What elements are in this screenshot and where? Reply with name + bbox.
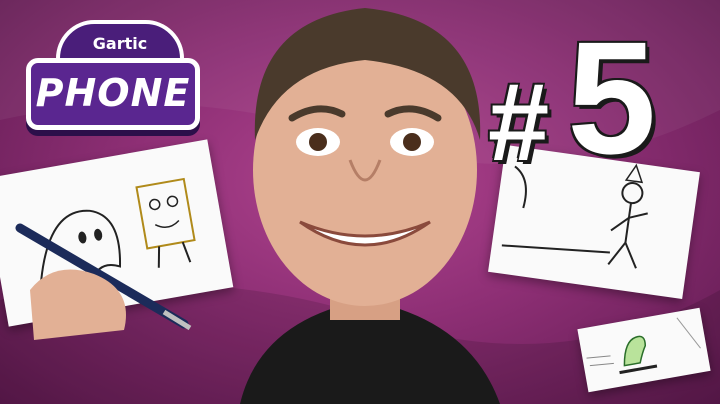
presenter-photo — [240, 8, 500, 404]
pen-in-hand — [15, 223, 192, 340]
episode-hash: # — [488, 61, 550, 184]
episode-number: # 5 — [488, 18, 656, 178]
logo-top-text: Gartic — [92, 34, 148, 53]
logo-main-badge: PHONE — [26, 58, 200, 130]
thumbnail: Gartic PHONE # 5 — [0, 0, 720, 404]
gartic-phone-logo: Gartic PHONE — [20, 14, 200, 134]
episode-digit: 5 — [567, 8, 657, 187]
logo-main-text: PHONE — [35, 71, 191, 115]
